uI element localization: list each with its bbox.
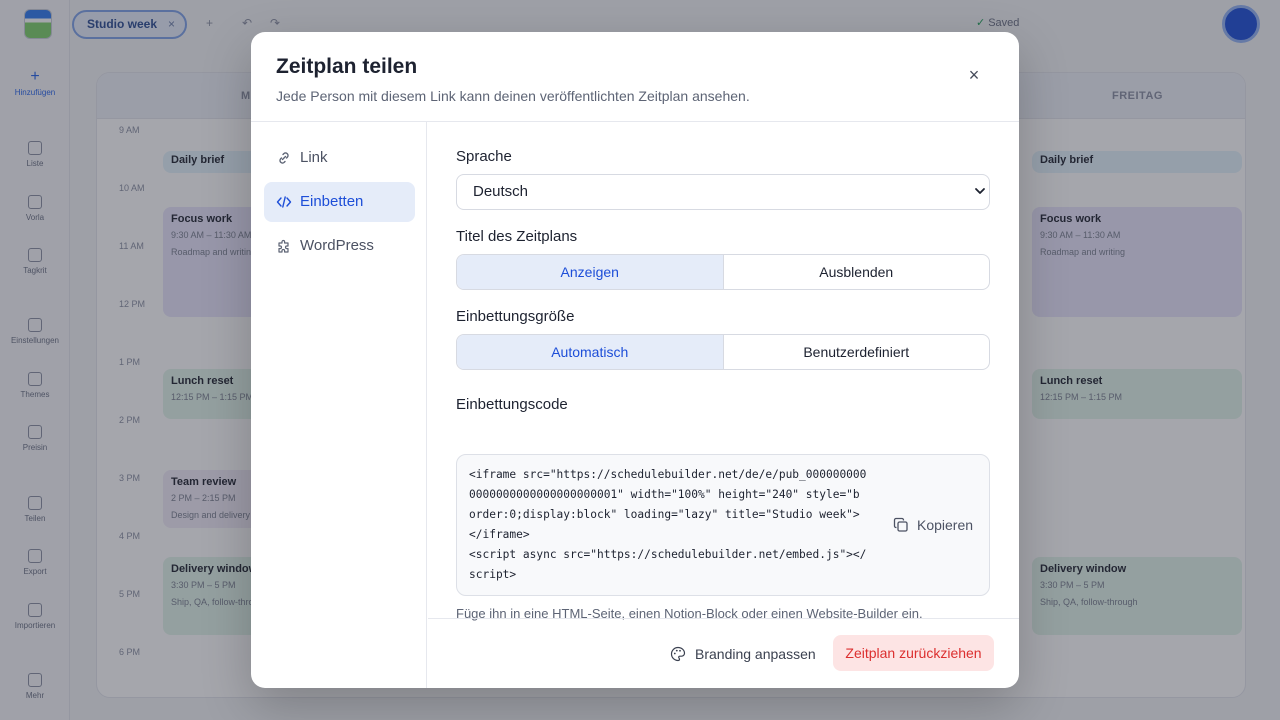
dialog-title: Zeitplan teilen — [276, 55, 418, 78]
schedule-title-label: Titel des Zeitplans — [456, 228, 578, 245]
nav-item-embed[interactable]: Einbetten — [264, 182, 415, 222]
dialog-subtitle: Jede Person mit diesem Link kann deinen … — [276, 88, 750, 104]
chevron-down-icon — [975, 188, 985, 194]
embed-panel: Sprache Deutsch Titel des Zeitplans Anze… — [428, 122, 1019, 621]
close-icon: × — [968, 65, 980, 85]
dialog-footer: Branding anpassen Zeitplan zurückziehen — [428, 618, 1019, 688]
dialog-header: Zeitplan teilen Jede Person mit diesem L… — [251, 32, 1019, 122]
share-schedule-dialog: Zeitplan teilen Jede Person mit diesem L… — [251, 32, 1019, 688]
copy-icon — [893, 517, 908, 532]
title-visibility-toggle: Anzeigen Ausblenden — [456, 254, 990, 290]
puzzle-icon — [278, 239, 289, 253]
embed-size-label: Einbettungsgröße — [456, 308, 575, 325]
code-icon — [276, 196, 292, 208]
nav-item-link[interactable]: Link — [264, 138, 415, 178]
embed-code-box: <iframe src="https://schedulebuilder.net… — [456, 454, 990, 596]
language-select[interactable]: Deutsch — [456, 174, 990, 210]
nav-item-wordpress[interactable]: WordPress — [264, 226, 415, 266]
custom-size-option[interactable]: Benutzerdefiniert — [724, 335, 990, 369]
unpublish-schedule-button[interactable]: Zeitplan zurückziehen — [833, 635, 994, 671]
copy-button[interactable]: Kopieren — [893, 513, 973, 537]
embed-code-label: Einbettungscode — [456, 396, 568, 413]
language-label: Sprache — [456, 148, 512, 165]
hide-title-option[interactable]: Ausblenden — [724, 255, 990, 289]
palette-icon — [670, 646, 686, 662]
close-button[interactable]: × — [961, 62, 987, 88]
auto-size-option[interactable]: Automatisch — [457, 335, 724, 369]
link-icon — [279, 152, 289, 164]
embed-size-toggle: Automatisch Benutzerdefiniert — [456, 334, 990, 370]
share-nav: Link Einbetten WordPress — [251, 122, 427, 688]
show-title-option[interactable]: Anzeigen — [457, 255, 724, 289]
embed-code-text[interactable]: <iframe src="https://schedulebuilder.net… — [469, 465, 866, 585]
customize-branding-button[interactable]: Branding anpassen — [670, 637, 816, 671]
